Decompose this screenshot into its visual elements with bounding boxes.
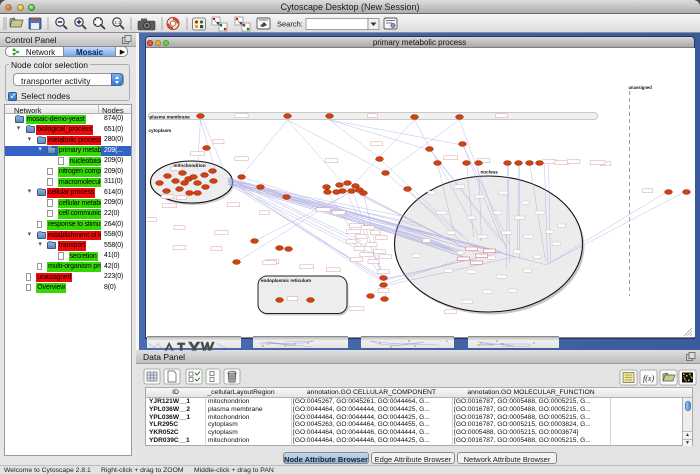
- svg-text:plasma membrane: plasma membrane: [149, 115, 190, 120]
- svg-text:Search:: Search:: [277, 20, 303, 29]
- svg-text:1:1: 1:1: [114, 20, 121, 25]
- svg-text:endoplasmic reticulum: endoplasmic reticulum: [261, 278, 311, 283]
- svg-text:cytoplasm: cytoplasm: [148, 128, 171, 133]
- svg-text:unassigned: unassigned: [628, 85, 652, 90]
- svg-text:nucleus: nucleus: [480, 170, 498, 175]
- svg-text:f(x): f(x): [643, 374, 654, 383]
